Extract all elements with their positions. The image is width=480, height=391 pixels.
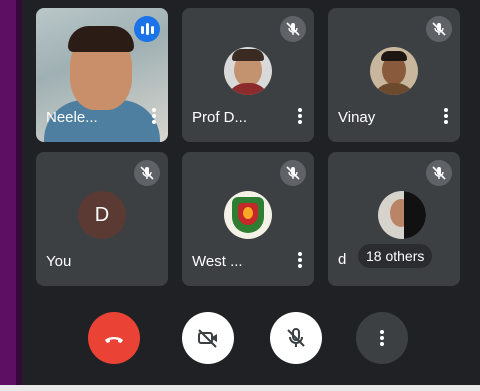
- mic-off-icon: [280, 160, 306, 186]
- participant-tile-self[interactable]: D You: [36, 152, 168, 286]
- participant-tile-2[interactable]: Prof D...: [182, 8, 314, 142]
- meeting-grid: Neele... Prof D... Vinay D You West ... …: [22, 0, 480, 385]
- participant-name: d: [338, 251, 347, 268]
- participant-name: Neele...: [46, 109, 98, 126]
- camera-toggle-button[interactable]: [182, 312, 234, 364]
- more-options-icon[interactable]: [444, 108, 448, 124]
- audio-level-icon: [134, 16, 160, 42]
- more-options-icon[interactable]: [298, 108, 302, 124]
- participant-name: Prof D...: [192, 109, 248, 126]
- avatar: [224, 47, 272, 95]
- participant-video-hair: [68, 26, 134, 52]
- bottom-edge: [0, 385, 480, 391]
- participant-tile-1[interactable]: Neele...: [36, 8, 168, 142]
- participant-tile-others[interactable]: d 18 others: [328, 152, 460, 286]
- participant-name: You: [46, 253, 72, 270]
- more-options-icon[interactable]: [298, 252, 302, 268]
- avatar: D: [78, 191, 126, 239]
- end-call-button[interactable]: [88, 312, 140, 364]
- mic-off-icon: [426, 160, 452, 186]
- participant-name: West ...: [192, 253, 243, 270]
- participant-name: Vinay: [338, 109, 376, 126]
- more-options-icon[interactable]: [152, 108, 156, 124]
- emblem-logo: [224, 191, 272, 239]
- participant-tile-3[interactable]: Vinay: [328, 8, 460, 142]
- mic-off-icon: [280, 16, 306, 42]
- mic-toggle-button[interactable]: [270, 312, 322, 364]
- left-side-panel: [0, 0, 22, 391]
- mic-off-icon: [426, 16, 452, 42]
- mic-off-icon: [134, 160, 160, 186]
- participant-tile-5[interactable]: West ...: [182, 152, 314, 286]
- avatar: [378, 191, 426, 239]
- others-count-badge[interactable]: 18 others: [358, 244, 433, 268]
- avatar: [370, 47, 418, 95]
- more-options-button[interactable]: [356, 312, 408, 364]
